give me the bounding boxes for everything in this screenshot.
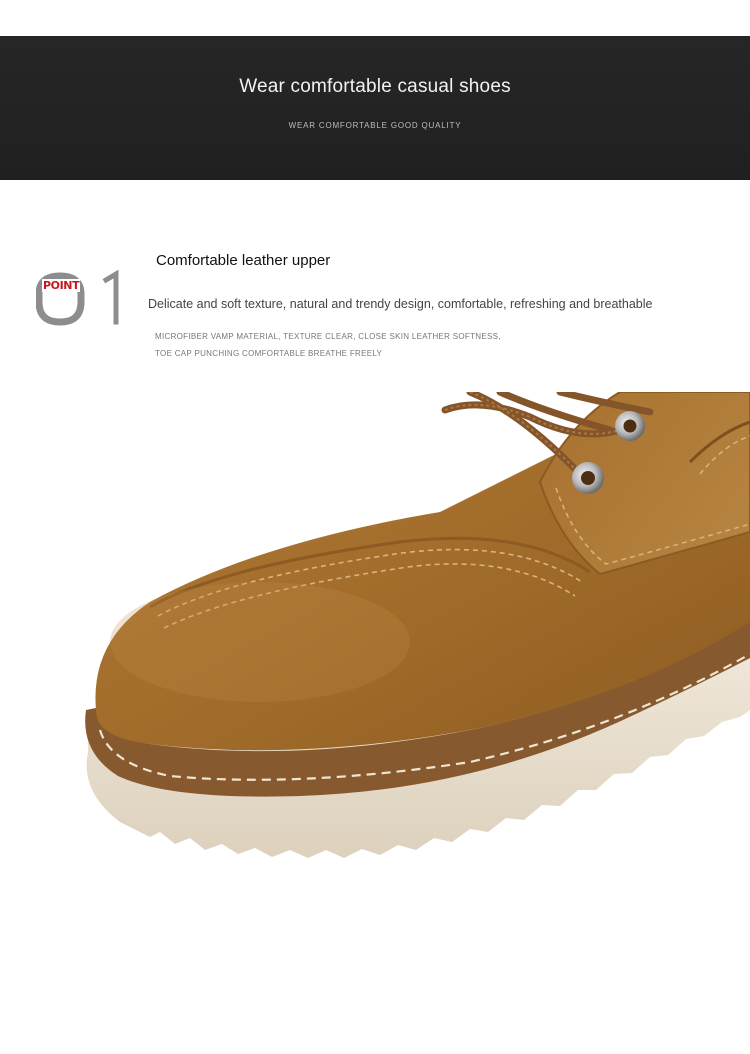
eyelet-icon (572, 462, 604, 494)
feature-title: Comfortable leather upper (156, 252, 331, 269)
feature-note: MICROFIBER VAMP MATERIAL, TEXTURE CLEAR,… (155, 332, 501, 341)
point-badge: POINT (36, 262, 136, 332)
eyelet-icon (615, 411, 645, 441)
point-label: POINT (42, 279, 81, 292)
banner-subtitle: WEAR COMFORTABLE GOOD QUALITY (288, 121, 462, 130)
feature-note: TOE CAP PUNCHING COMFORTABLE BREATHE FRE… (155, 349, 383, 358)
feature-description: Delicate and soft texture, natural and t… (148, 297, 653, 311)
point-number-graphic (36, 269, 119, 326)
product-photo (85, 392, 750, 858)
banner-title: Wear comfortable casual shoes (239, 76, 511, 97)
header-banner: Wear comfortable casual shoes WEAR COMFO… (0, 36, 750, 180)
